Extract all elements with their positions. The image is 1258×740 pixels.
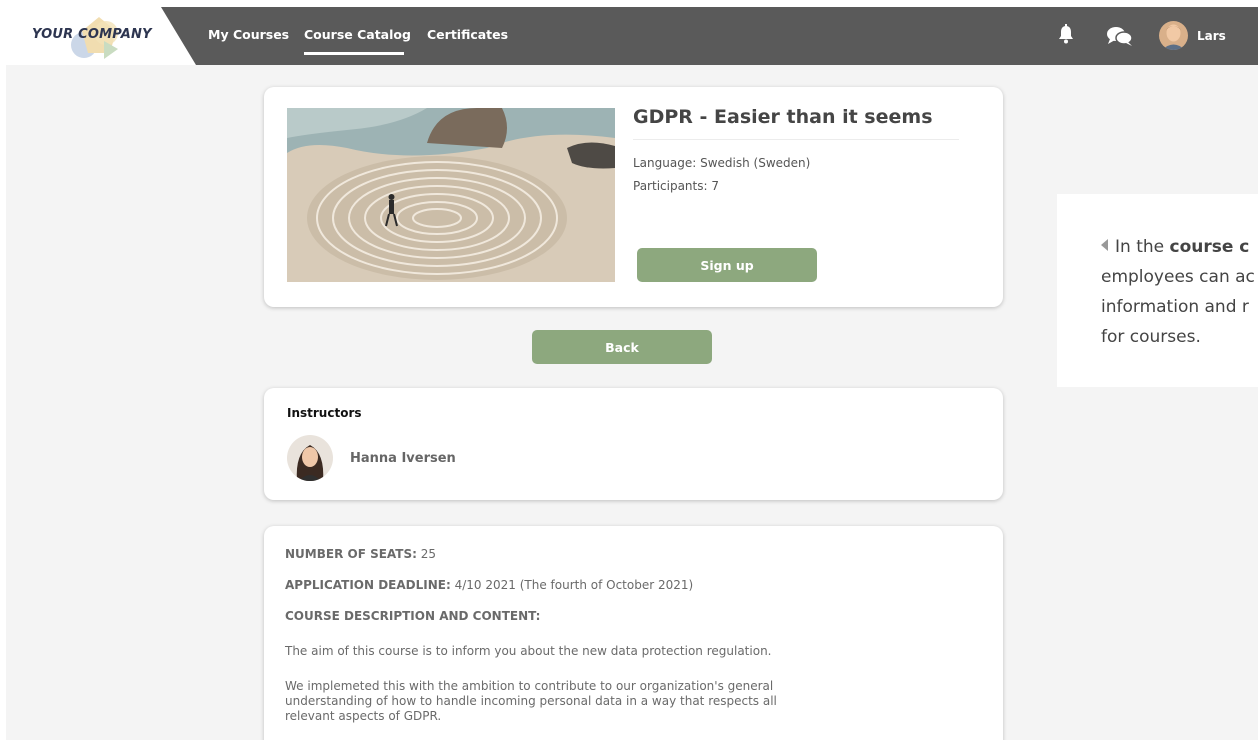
active-tab-indicator xyxy=(304,52,404,55)
back-button[interactable]: Back xyxy=(532,330,712,364)
instructors-card: Instructors Hanna Iversen xyxy=(264,388,1003,500)
instructor-avatar[interactable] xyxy=(287,435,333,481)
description-paragraph-1: The aim of this course is to inform you … xyxy=(285,644,772,658)
course-participants: Participants: 7 xyxy=(633,179,719,193)
deadline-value: 4/10 2021 (The fourth of October 2021) xyxy=(450,578,694,592)
course-card: GDPR - Easier than it seems Language: Sw… xyxy=(264,87,1003,307)
course-image xyxy=(287,108,615,282)
description-paragraph-2: We implemeted this with the ambition to … xyxy=(285,679,777,723)
arrow-left-icon xyxy=(1101,239,1108,251)
logo[interactable]: YOUR COMPANY xyxy=(6,7,196,65)
chat-icon[interactable] xyxy=(1106,25,1134,47)
user-avatar[interactable] xyxy=(1159,21,1188,50)
instructors-heading: Instructors xyxy=(287,406,362,420)
deadline-label: APPLICATION DEADLINE: xyxy=(285,578,451,592)
course-language: Language: Swedish (Sweden) xyxy=(633,156,811,170)
description-heading: COURSE DESCRIPTION AND CONTENT: xyxy=(285,609,541,623)
title-divider xyxy=(633,139,959,140)
top-navbar: YOUR COMPANY My Courses Course Catalog C… xyxy=(6,7,1258,65)
user-name[interactable]: Lars xyxy=(1197,29,1226,43)
nav-my-courses[interactable]: My Courses xyxy=(208,27,289,42)
course-details-card: NUMBER OF SEATS: 25 APPLICATION DEADLINE… xyxy=(264,526,1003,740)
instructor-name[interactable]: Hanna Iversen xyxy=(350,451,456,466)
deadline-line: APPLICATION DEADLINE: 4/10 2021 (The fou… xyxy=(285,578,693,592)
seats-label: NUMBER OF SEATS: xyxy=(285,547,417,561)
nav-certificates[interactable]: Certificates xyxy=(427,27,508,42)
seats-line: NUMBER OF SEATS: 25 xyxy=(285,547,436,561)
sign-up-button[interactable]: Sign up xyxy=(637,248,817,282)
course-title: GDPR - Easier than it seems xyxy=(633,106,933,128)
side-note-text: In the course c employees can ac informa… xyxy=(1101,237,1255,347)
nav-course-catalog[interactable]: Course Catalog xyxy=(304,27,411,42)
seats-value: 25 xyxy=(416,547,436,561)
bell-icon[interactable] xyxy=(1058,24,1074,44)
left-strip xyxy=(0,0,6,740)
side-note-panel: In the course c employees can ac informa… xyxy=(1057,194,1258,387)
logo-text: YOUR COMPANY xyxy=(32,27,152,42)
top-strip xyxy=(0,0,1258,7)
